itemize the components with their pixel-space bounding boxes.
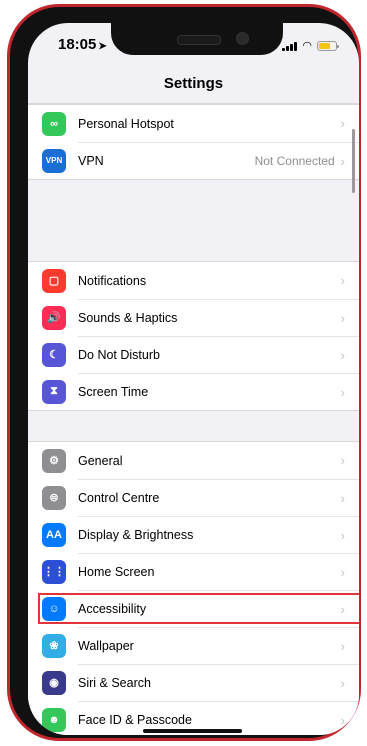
row-label: Personal Hotspot — [78, 116, 174, 131]
cellular-signal-icon — [282, 41, 298, 51]
display-icon: AA — [42, 522, 66, 547]
scroll-indicator[interactable] — [352, 129, 355, 193]
row-value: Not Connected — [254, 154, 335, 168]
row-content: Home Screen › — [78, 552, 359, 591]
row-label: General — [78, 453, 123, 468]
row-label: VPN — [78, 154, 104, 168]
row-content: Sounds & Haptics › — [78, 298, 359, 337]
row-content: Do Not Disturb › — [78, 335, 359, 374]
row-label: Wallpaper — [78, 639, 134, 653]
vpn-icon: VPN — [42, 148, 66, 173]
home-indicator[interactable] — [143, 729, 242, 733]
chevron-right-icon: › — [340, 675, 345, 691]
chevron-right-icon: › — [340, 153, 345, 169]
hourglass-icon: ⧗ — [42, 379, 66, 404]
siri-icon: ◉ — [42, 670, 66, 695]
camera-icon — [236, 32, 249, 45]
speaker-icon — [177, 35, 221, 45]
chevron-right-icon: › — [340, 384, 345, 400]
settings-list: ∞ Personal Hotspot › VPN VPN Not Connected › ▢ N… — [28, 104, 359, 735]
settings-row-sounds-and-haptics[interactable]: 🔊 Sounds & Haptics › — [28, 298, 359, 337]
location-arrow-icon: ➤ — [98, 41, 107, 52]
gear-icon: ⚙ — [42, 448, 66, 473]
toggles-icon: ⊜ — [42, 485, 66, 510]
notifications-icon: ▢ — [42, 268, 66, 293]
row-content: Notifications › — [78, 262, 359, 299]
settings-group: ▢ Notifications › 🔊 Sounds & Haptics › ☾ Do Not… — [28, 261, 359, 411]
home-screen-icon: ⋮⋮ — [42, 559, 66, 584]
page-title: Settings — [163, 75, 224, 92]
settings-row-general[interactable]: ⚙ General › — [28, 442, 359, 479]
chevron-right-icon: › — [340, 564, 345, 580]
moon-icon: ☾ — [42, 342, 66, 367]
chevron-right-icon: › — [340, 490, 345, 506]
row-label: Notifications — [78, 273, 147, 288]
hotspot-icon: ∞ — [42, 111, 66, 136]
chevron-right-icon: › — [340, 273, 345, 288]
status-time: 18:05 ➤ — [58, 36, 107, 53]
chevron-right-icon: › — [340, 638, 345, 654]
row-content: Display & Brightness › — [78, 515, 359, 554]
row-label: Face ID & Passcode — [78, 713, 192, 727]
row-label: Screen Time — [78, 385, 149, 399]
settings-row-do-not-disturb[interactable]: ☾ Do Not Disturb › — [28, 335, 359, 374]
settings-row-screen-time[interactable]: ⧗ Screen Time › — [28, 372, 359, 411]
row-content: Screen Time › — [78, 372, 359, 411]
row-label: Sounds & Haptics — [78, 311, 178, 325]
battery-icon — [317, 40, 339, 51]
chevron-right-icon: › — [340, 347, 345, 363]
flower-icon: ❀ — [42, 633, 66, 658]
accessibility-highlight-box — [38, 593, 359, 624]
row-label: Home Screen — [78, 565, 155, 579]
settings-group: ⚙ General › ⊜ Control Centre › AA Display & Bri… — [28, 441, 359, 735]
wifi-icon: ◠ — [302, 40, 312, 52]
chevron-right-icon: › — [340, 310, 345, 326]
screen: 18:05 ➤ ◠ Settings ∞ Personal Hotspot › VPN V… — [28, 23, 359, 735]
settings-row-home-screen[interactable]: ⋮⋮ Home Screen › — [28, 552, 359, 591]
row-content: Wallpaper › — [78, 626, 359, 665]
row-label: Siri & Search — [78, 676, 151, 690]
sounds-icon: 🔊 — [42, 305, 66, 330]
settings-row-wallpaper[interactable]: ❀ Wallpaper › — [28, 626, 359, 665]
status-icons: ◠ — [282, 39, 339, 52]
row-label: Do Not Disturb — [78, 348, 160, 362]
chevron-right-icon: › — [340, 453, 345, 468]
chevron-right-icon: › — [340, 527, 345, 543]
notch — [111, 23, 283, 55]
settings-group: ∞ Personal Hotspot › VPN VPN Not Connected › — [28, 104, 359, 180]
chevron-right-icon: › — [340, 712, 345, 728]
row-label: Control Centre — [78, 491, 160, 505]
row-label: Display & Brightness — [78, 528, 194, 542]
row-content: General › — [78, 442, 359, 479]
row-content: Siri & Search › — [78, 663, 359, 702]
row-content: Control Centre › — [78, 478, 359, 517]
settings-row-siri-and-search[interactable]: ◉ Siri & Search › — [28, 663, 359, 702]
phone-frame: 18:05 ➤ ◠ Settings ∞ Personal Hotspot › VPN V… — [7, 4, 361, 741]
settings-row-notifications[interactable]: ▢ Notifications › — [28, 262, 359, 299]
time-text: 18:05 — [58, 36, 97, 53]
settings-row-personal-hotspot[interactable]: ∞ Personal Hotspot › — [28, 105, 359, 142]
settings-row-control-centre[interactable]: ⊜ Control Centre › — [28, 478, 359, 517]
settings-row-vpn[interactable]: VPN VPN Not Connected › — [28, 141, 359, 180]
settings-row-display-and-brightness[interactable]: AA Display & Brightness › — [28, 515, 359, 554]
face-id-icon: ☻ — [42, 707, 66, 732]
row-content: Personal Hotspot › — [78, 105, 359, 142]
chevron-right-icon: › — [340, 116, 345, 131]
row-content: VPN Not Connected › — [78, 141, 359, 180]
